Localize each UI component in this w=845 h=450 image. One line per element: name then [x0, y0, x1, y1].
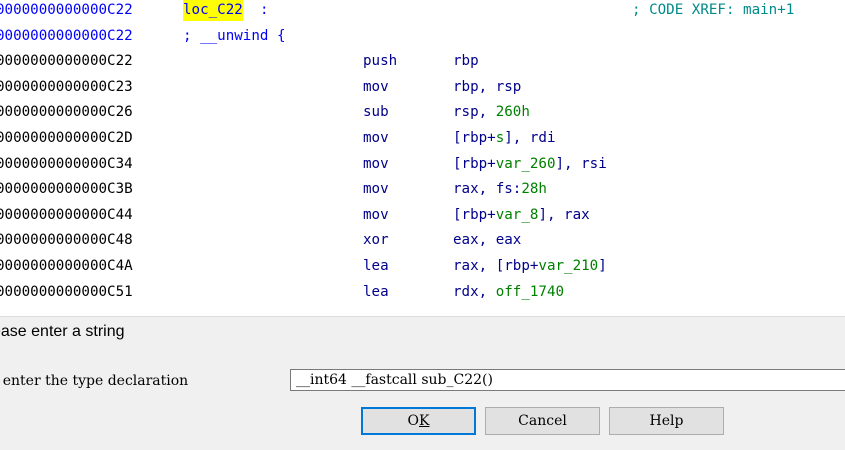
instruction-mnemonic: mov — [363, 130, 389, 146]
code-address: 0000000000000C26 — [0, 104, 133, 121]
instruction-operands: rax, [rbp+var_210] — [453, 255, 607, 277]
ok-button-label: OK — [407, 413, 430, 429]
code-address: 0000000000000C44 — [0, 206, 133, 223]
code-address: 0000000000000C22 — [0, 2, 133, 18]
code-address: 0000000000000C48 — [0, 232, 133, 249]
code-address: 0000000000000C23 — [0, 78, 133, 95]
instruction-mnemonic: mov — [363, 155, 389, 172]
instruction-mnemonic: mov — [363, 181, 389, 198]
code-address: 0000000000000C22 — [0, 27, 133, 44]
operand-token: [rbp+ — [453, 206, 496, 223]
code-address: 0000000000000C3B — [0, 181, 133, 198]
type-declaration-dialog: ease enter a string e enter the type dec… — [0, 316, 845, 450]
instruction-operands: [rbp+var_8], rax — [453, 204, 590, 226]
operand-token: ], rax — [538, 206, 590, 223]
operand-token[interactable]: 260h — [496, 104, 530, 120]
code-line[interactable]: 0000000000000C22 loc_C22: ; CODE XREF: mai… — [0, 0, 845, 21]
code-address: 0000000000000C4A — [0, 258, 133, 274]
code-line[interactable]: 0000000000000C2D mov [rbp+s], rdi — [0, 127, 845, 149]
code-address: 0000000000000C2D — [0, 130, 133, 146]
dialog-title: ease enter a string — [0, 323, 125, 340]
operand-token: rax, [rbp+ — [453, 258, 539, 274]
code-line[interactable]: 0000000000000C22 push rbp — [0, 50, 845, 72]
code-label[interactable]: loc_C22 — [183, 0, 243, 21]
instruction-mnemonic: mov — [363, 78, 389, 95]
instruction-operands: rdx, off_1740 — [453, 281, 564, 303]
help-button[interactable]: Help — [609, 407, 724, 435]
operand-token: ], rsi — [555, 155, 607, 172]
ok-mnemonic: K — [419, 413, 430, 429]
code-line[interactable]: 0000000000000C48 xor eax, eax — [0, 229, 845, 251]
type-declaration-input[interactable]: __int64 __fastcall sub_C22() — [290, 369, 845, 391]
operand-token: rbp — [453, 53, 479, 70]
instruction-operands: [rbp+s], rdi — [453, 127, 556, 149]
instruction-mnemonic: xor — [363, 232, 389, 249]
operand-token[interactable]: off_1740 — [496, 284, 564, 300]
operand-token[interactable]: var_210 — [538, 258, 598, 274]
code-address: 0000000000000C34 — [0, 155, 133, 172]
instruction-mnemonic: lea — [363, 258, 389, 274]
operand-token: eax, eax — [453, 232, 522, 249]
operand-token: rdx, — [453, 283, 496, 300]
unwind-comment: ; __unwind { — [183, 27, 286, 44]
code-line[interactable]: 0000000000000C23 mov rbp, rsp — [0, 76, 845, 98]
code-address: 0000000000000C22 — [0, 53, 133, 70]
instruction-operands: rax, fs:28h — [453, 178, 547, 200]
instruction-mnemonic: mov — [363, 206, 389, 223]
instruction-operands: eax, eax — [453, 229, 521, 251]
code-line[interactable]: 0000000000000C22 ; __unwind { — [0, 25, 845, 47]
ok-button[interactable]: OK — [361, 407, 476, 435]
operand-token[interactable]: 28h — [521, 181, 547, 197]
code-line[interactable]: 0000000000000C4A lea rax, [rbp+var_210] — [0, 255, 845, 277]
code-line[interactable]: 0000000000000C34 mov [rbp+var_260], rsi — [0, 153, 845, 175]
instruction-operands: rsp, 260h — [453, 101, 530, 123]
instruction-mnemonic: push — [363, 53, 398, 70]
code-line[interactable]: 0000000000000C51 lea rdx, off_1740 — [0, 281, 845, 303]
xref-comment[interactable]: ; CODE XREF: main+1 — [632, 0, 794, 21]
code-line[interactable]: 0000000000000C44 mov [rbp+var_8], rax — [0, 204, 845, 226]
operand-token: ], rdi — [504, 130, 556, 146]
cancel-button[interactable]: Cancel — [485, 407, 600, 435]
operand-token[interactable]: var_260 — [496, 156, 556, 172]
operand-token: rsp, — [453, 104, 496, 121]
code-line[interactable]: 0000000000000C26 sub rsp, 260h — [0, 101, 845, 123]
operand-token[interactable]: var_8 — [496, 207, 539, 223]
operand-token: ] — [598, 258, 607, 274]
operand-token: rax, fs: — [453, 181, 522, 198]
instruction-mnemonic: sub — [363, 104, 389, 121]
right-gutter — [838, 0, 845, 316]
operand-token: [rbp+ — [453, 130, 496, 146]
type-declaration-prompt: e enter the type declaration — [0, 373, 189, 389]
instruction-mnemonic: lea — [363, 283, 389, 300]
label-colon: : — [260, 2, 269, 18]
operand-token: rbp, rsp — [453, 78, 522, 95]
disassembly-view[interactable]: 0000000000000C22 loc_C22: ; CODE XREF: mai… — [0, 0, 845, 316]
code-line[interactable]: 0000000000000C3B mov rax, fs:28h — [0, 178, 845, 200]
instruction-operands: [rbp+var_260], rsi — [453, 153, 607, 175]
instruction-operands: rbp, rsp — [453, 76, 521, 98]
operand-token: [rbp+ — [453, 155, 496, 172]
operand-token[interactable]: s — [496, 130, 505, 146]
code-address: 0000000000000C51 — [0, 283, 133, 300]
instruction-operands: rbp — [453, 50, 479, 72]
